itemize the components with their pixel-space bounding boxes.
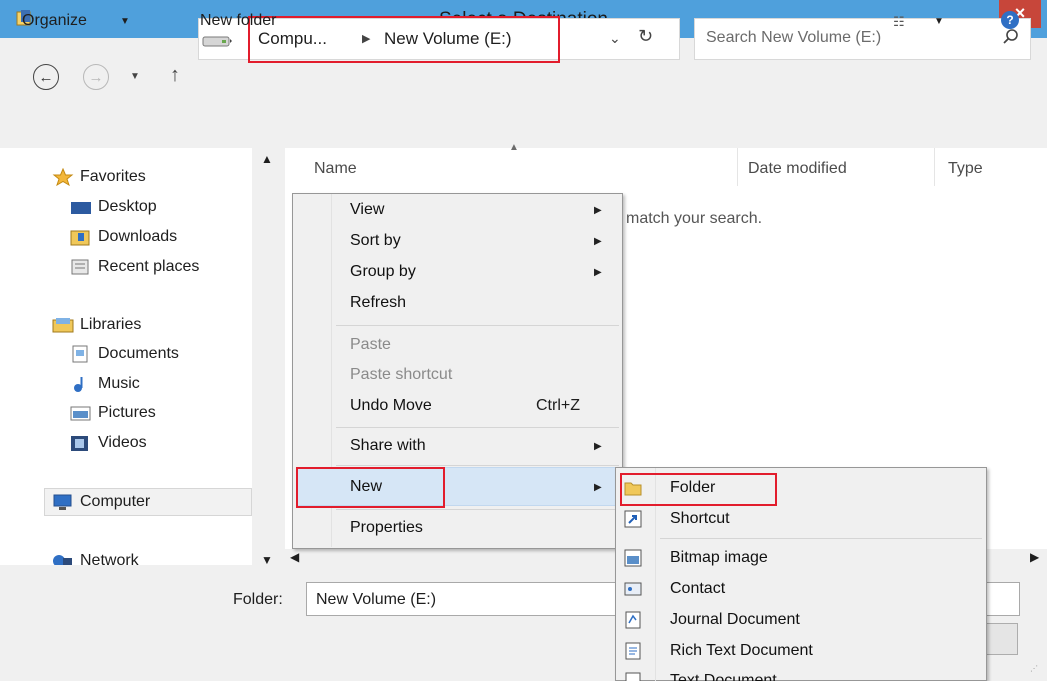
menu-item-paste-shortcut: Paste shortcut: [350, 366, 453, 383]
menu-item-refresh[interactable]: Refresh: [350, 294, 406, 312]
nav-item-recent-places[interactable]: Recent places: [70, 258, 199, 276]
nav-item-downloads[interactable]: Downloads: [70, 228, 177, 246]
libraries-icon: [52, 318, 74, 333]
nav-label: Downloads: [98, 228, 178, 245]
column-divider[interactable]: [934, 148, 935, 186]
submenu-arrow-icon: ▶: [594, 267, 602, 278]
change-view-icon[interactable]: ☷: [893, 14, 905, 30]
menu-item-view[interactable]: View: [350, 201, 384, 219]
recent-locations-chevron-icon[interactable]: ▼: [130, 71, 140, 82]
nav-item-computer[interactable]: Computer: [52, 493, 150, 511]
address-dropdown-icon[interactable]: ⌄: [609, 30, 621, 47]
empty-folder-message: match your search.: [626, 210, 763, 227]
submenu-item-rich-text-document[interactable]: Rich Text Document: [670, 642, 813, 660]
drive-icon: [202, 36, 232, 47]
search-icon[interactable]: [1002, 28, 1020, 46]
nav-label: Documents: [98, 345, 179, 362]
column-header-type[interactable]: Type: [948, 160, 983, 178]
nav-label: Videos: [98, 434, 147, 451]
nav-label: Recent places: [98, 258, 200, 275]
undo-shortcut-label: Ctrl+Z: [536, 397, 580, 414]
nav-label: Computer: [80, 493, 151, 510]
forward-button[interactable]: →: [83, 64, 109, 90]
submenu-arrow-icon: ▶: [594, 441, 602, 452]
nav-label: Libraries: [80, 316, 142, 333]
star-icon: [52, 168, 74, 186]
up-button[interactable]: ↑: [170, 64, 180, 87]
computer-icon: [53, 494, 72, 510]
shortcut-icon: [624, 510, 642, 528]
submenu-item-bitmap-image[interactable]: Bitmap image: [670, 549, 768, 567]
new-item-highlight-box: [296, 467, 445, 508]
menu-item-sort-by[interactable]: Sort by: [350, 232, 401, 250]
nav-label: Favorites: [80, 168, 146, 185]
desktop-icon: [71, 202, 91, 214]
nav-label: Desktop: [98, 198, 157, 215]
rich-text-document-icon: [625, 642, 641, 660]
organize-chevron-down-icon[interactable]: ▼: [120, 16, 130, 27]
menu-separator: [336, 465, 619, 466]
sort-ascending-icon: ▲: [509, 142, 519, 153]
nav-item-pictures[interactable]: Pictures: [70, 404, 156, 422]
scroll-up-icon[interactable]: ▲: [261, 152, 273, 166]
menu-item-paste: Paste: [350, 336, 391, 353]
videos-icon: [71, 436, 88, 451]
journal-document-icon: [625, 611, 641, 629]
refresh-icon[interactable]: ↻: [638, 26, 653, 47]
submenu-arrow-icon: ▶: [594, 482, 602, 493]
help-icon[interactable]: ?: [1001, 11, 1019, 29]
resize-grip-icon[interactable]: ⋰: [1030, 664, 1038, 673]
breadcrumb-highlight-box: [248, 16, 560, 63]
music-icon: [74, 377, 83, 392]
scroll-left-icon[interactable]: ◀: [290, 550, 299, 564]
menu-separator: [336, 509, 619, 510]
view-chevron-down-icon[interactable]: ▼: [934, 16, 944, 27]
submenu-item-text-document[interactable]: Text Document: [670, 672, 777, 681]
nav-item-music[interactable]: Music: [70, 375, 140, 393]
pictures-icon: [70, 406, 91, 421]
nav-item-videos[interactable]: Videos: [70, 434, 147, 452]
organize-button[interactable]: Organize: [22, 12, 87, 30]
downloads-icon: [70, 230, 90, 246]
folder-name-value: New Volume (E:): [316, 591, 437, 608]
folder-label: Folder:: [233, 591, 283, 608]
nav-favorites[interactable]: Favorites: [52, 168, 146, 186]
submenu-arrow-icon: ▶: [594, 205, 602, 216]
folder-highlight-box: [620, 473, 777, 506]
nav-label: Pictures: [98, 404, 156, 421]
menu-separator: [336, 325, 619, 326]
column-header-name[interactable]: Name: [314, 160, 357, 178]
nav-item-desktop[interactable]: Desktop: [70, 198, 157, 216]
bitmap-image-icon: [624, 549, 642, 567]
contact-icon: [624, 582, 642, 596]
menu-item-group-by[interactable]: Group by: [350, 263, 416, 281]
menu-item-share-with[interactable]: Share with: [350, 437, 426, 455]
menu-separator: [660, 538, 982, 539]
command-bar: [0, 108, 1047, 148]
documents-icon: [72, 345, 88, 363]
scroll-right-icon[interactable]: ▶: [1030, 550, 1039, 564]
submenu-arrow-icon: ▶: [594, 236, 602, 247]
submenu-item-shortcut[interactable]: Shortcut: [670, 510, 730, 528]
new-folder-button[interactable]: New folder: [200, 12, 276, 30]
nav-item-documents[interactable]: Documents: [70, 345, 179, 363]
menu-item-properties[interactable]: Properties: [350, 519, 423, 537]
search-placeholder: Search New Volume (E:): [706, 29, 882, 46]
navigation-scrollbar[interactable]: [252, 148, 285, 565]
submenu-item-journal-document[interactable]: Journal Document: [670, 611, 800, 629]
nav-label: Music: [98, 375, 140, 392]
nav-libraries[interactable]: Libraries: [52, 316, 141, 334]
menu-item-undo-move[interactable]: Undo Move: [350, 397, 432, 415]
menu-separator: [336, 427, 619, 428]
submenu-item-contact[interactable]: Contact: [670, 580, 725, 598]
column-header-date-modified[interactable]: Date modified: [748, 160, 847, 178]
back-button[interactable]: ←: [33, 64, 59, 90]
text-document-icon: [625, 672, 641, 681]
column-divider[interactable]: [737, 148, 738, 186]
recent-places-icon: [71, 259, 89, 275]
